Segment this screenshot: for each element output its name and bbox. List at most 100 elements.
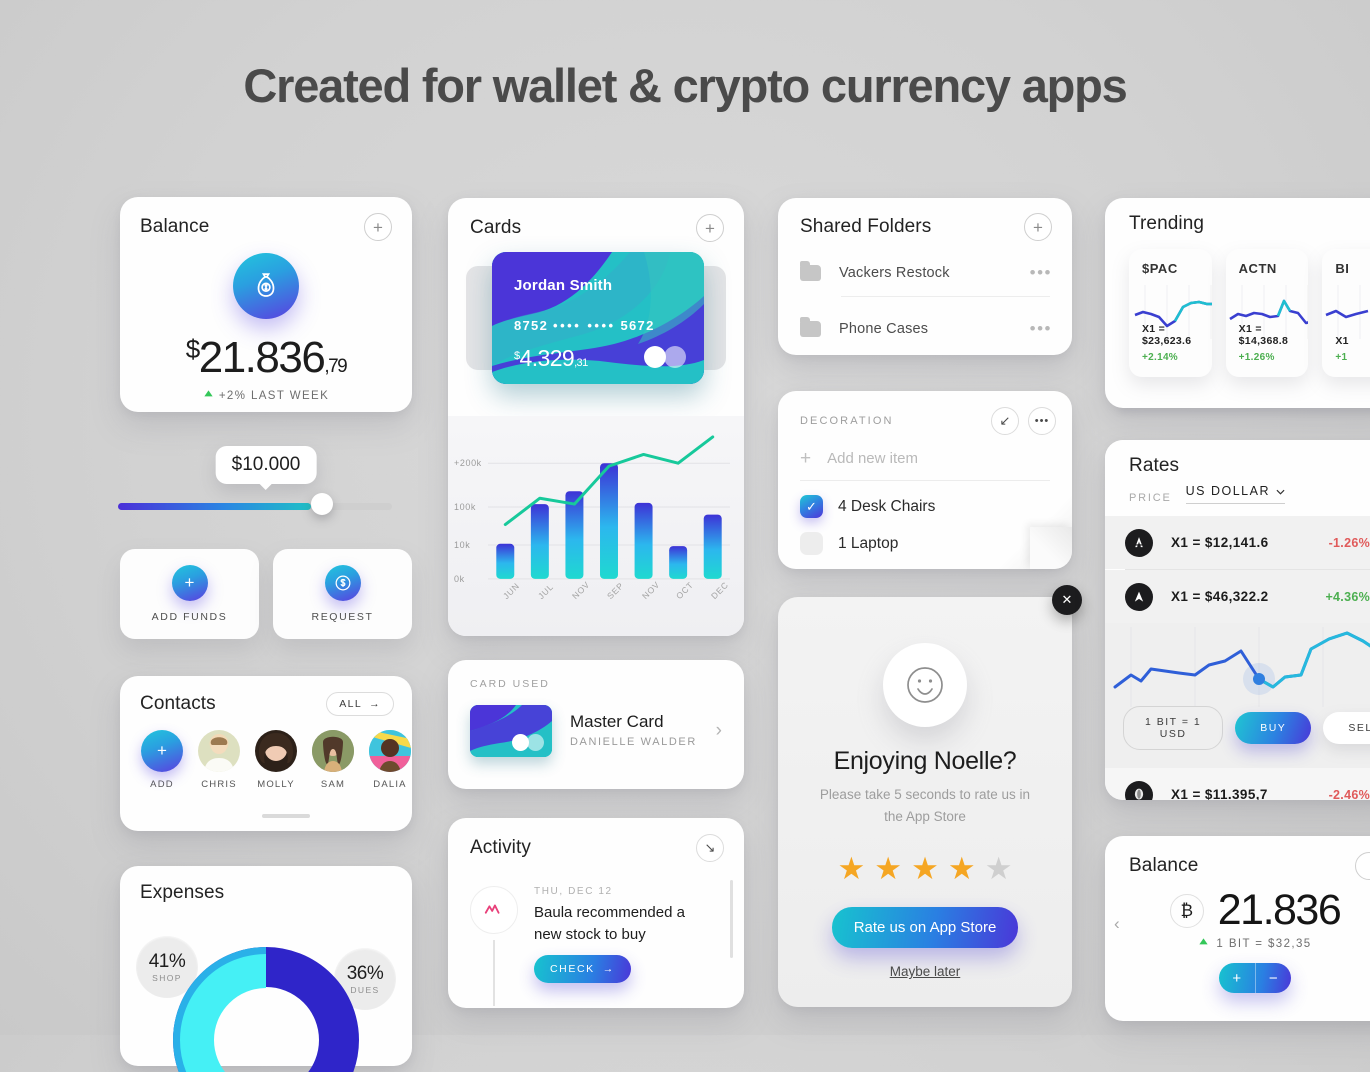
chart-bar — [496, 543, 515, 579]
minus-button[interactable]: − — [1256, 963, 1292, 993]
currency-select[interactable]: US DOLLAR — [1185, 484, 1285, 504]
rate-text: 1 BIT = $32,35 — [1216, 938, 1312, 950]
expenses-donut-chart — [172, 947, 359, 1072]
arrow-right-icon: → — [369, 698, 381, 710]
list-item[interactable]: ✓ 4 Desk Chairs — [778, 481, 1072, 518]
arrow-down-right-icon[interactable]: ↘ — [696, 834, 724, 862]
coin-icon — [1125, 582, 1153, 611]
scrollbar[interactable] — [262, 814, 310, 818]
bit-rate-pill[interactable]: 1 BIT = 1 USD — [1123, 706, 1224, 750]
chart-bar — [600, 463, 618, 579]
more-options-button[interactable]: ••• — [1028, 407, 1056, 435]
chart-bar — [703, 514, 722, 579]
request-label: REQUEST — [311, 611, 374, 623]
chevron-down-icon — [1276, 484, 1285, 498]
checkbox-checked[interactable]: ✓ — [800, 495, 823, 518]
add-balance-button[interactable]: + — [364, 213, 392, 241]
folder-menu-button[interactable]: ••• — [1030, 264, 1052, 280]
view-all-contacts-button[interactable]: ALL → — [326, 692, 394, 716]
plus-icon: + — [141, 730, 183, 772]
collapse-icon[interactable]: ↙ — [991, 407, 1019, 435]
table-row[interactable]: X1 = $12,141.6 -1.26% — [1105, 516, 1370, 569]
trending-card: Trending $PAC X1 = $23,623.6 +2.14% ACTN — [1105, 198, 1370, 408]
divider — [841, 296, 1050, 297]
request-button[interactable]: REQUEST — [273, 549, 412, 639]
folders-title: Shared Folders — [800, 216, 932, 237]
cards-panel: Cards + Jordan Smith 8752 •••• •••• 5672… — [448, 198, 744, 636]
increment-decrement-control[interactable]: + − — [1219, 963, 1291, 993]
plus-button[interactable]: + — [1219, 963, 1256, 993]
checkbox-unchecked[interactable] — [800, 532, 823, 555]
maybe-later-link[interactable]: Maybe later — [778, 964, 1072, 979]
table-row[interactable]: X1 = $46,322.2 +4.36% — [1105, 570, 1370, 623]
add-card-button[interactable]: + — [696, 214, 724, 242]
add-funds-button[interactable]: + ADD FUNDS — [120, 549, 259, 639]
rate-value: X1 = $46,322.2 — [1171, 589, 1269, 604]
chevron-left-icon[interactable]: ‹ — [1114, 914, 1120, 934]
mini-credit-card — [470, 705, 552, 757]
selected-currency: US DOLLAR — [1185, 484, 1270, 498]
credit-card[interactable]: Jordan Smith 8752 •••• •••• 5672 $4.329,… — [492, 252, 704, 384]
pulse-icon — [470, 886, 518, 934]
star-1[interactable]: ★ — [838, 851, 866, 887]
card-used-card[interactable]: CARD USED Master Card DANIELLE WALDER › — [448, 660, 744, 789]
chevron-right-icon[interactable]: › — [716, 720, 722, 742]
close-icon[interactable]: ✕ — [1052, 585, 1082, 615]
list-item[interactable]: DALIA — [369, 730, 411, 790]
ticker-symbol: ACTN — [1238, 261, 1277, 276]
contacts-card: Contacts ALL → + ADD CHRIS MOLLY SAM DAL… — [120, 676, 412, 831]
star-2[interactable]: ★ — [874, 851, 902, 887]
list-item[interactable]: MOLLY — [255, 730, 297, 790]
trending-list: $PAC X1 = $23,623.6 +2.14% ACTN X1 = $14… — [1105, 235, 1370, 377]
revenue-bar-chart: +200k 100k 10k 0k JUN JUL NOV SEP NOV OCT DEC — [448, 416, 744, 636]
rate-change: -2.46% — [1328, 787, 1370, 801]
rating-title: Enjoying Noelle? — [833, 747, 1017, 775]
buy-button[interactable]: BUY — [1235, 712, 1312, 744]
list-item[interactable]: SAM — [312, 730, 354, 790]
star-5[interactable]: ★ — [985, 851, 1013, 887]
rate-value: X1 = $11.395,7 — [1171, 787, 1268, 800]
rate-value: X1 = $12,141.6 — [1171, 535, 1269, 550]
slider-track[interactable] — [118, 503, 392, 510]
activity-text: Baula recommended a new stock to buy — [534, 904, 685, 943]
rate-change: +4.36% — [1325, 589, 1370, 604]
trending-item[interactable]: ACTN X1 = $14,368.8 +1.26% — [1225, 249, 1309, 377]
plus-icon: + — [171, 565, 208, 601]
trending-item[interactable]: BI X1 +1 — [1322, 249, 1370, 377]
all-label: ALL — [339, 698, 363, 710]
list-item[interactable]: 1 Laptop — [778, 518, 1072, 555]
ticker-change: +1 — [1335, 352, 1348, 363]
rating-subtitle: Please take 5 seconds to rate us in the … — [819, 787, 1031, 824]
ticker-price: X1 = $14,368.8 — [1238, 323, 1289, 347]
scrollbar[interactable] — [730, 880, 733, 958]
star-rating[interactable]: ★ ★ ★ ★ ★ — [778, 851, 1072, 887]
card-amount: $4.329,31 — [514, 345, 588, 371]
list-item[interactable]: Phone Cases ••• — [778, 306, 1072, 352]
chart-bar — [669, 546, 688, 579]
ticker-symbol: $PAC — [1142, 261, 1178, 276]
slider-fill — [118, 503, 311, 510]
arrow-right-icon: → — [602, 963, 615, 975]
list-item[interactable]: CHRIS — [198, 730, 240, 790]
rating-modal: ✕ Enjoying Noelle? Please take 5 seconds… — [778, 585, 1082, 1007]
rate-on-app-store-button[interactable]: Rate us on App Store — [832, 907, 1018, 949]
star-4[interactable]: ★ — [948, 851, 976, 887]
check-button[interactable]: CHECK → — [534, 955, 631, 983]
balance-trend: +2% LAST WEEK — [120, 389, 412, 403]
folder-menu-button[interactable]: ••• — [1030, 320, 1052, 336]
table-row[interactable]: X1 = $11.395,7 -2.46% — [1105, 768, 1370, 800]
trending-item[interactable]: $PAC X1 = $23,623.6 +2.14% — [1129, 249, 1212, 377]
star-3[interactable]: ★ — [911, 851, 939, 887]
list-item[interactable]: Vackers Restock ••• — [778, 250, 1072, 296]
slider-knob[interactable] — [311, 493, 333, 515]
trending-title: Trending — [1129, 213, 1205, 234]
amount-slider[interactable]: $10.000 — [118, 446, 414, 526]
sell-button[interactable]: SELL — [1323, 712, 1370, 744]
chart-bar — [530, 504, 549, 579]
add-new-item-row[interactable]: + Add new item — [778, 435, 1072, 468]
timeline-connector — [493, 940, 495, 1006]
balance-title: Balance — [1129, 855, 1199, 876]
add-folder-button[interactable]: + — [1024, 213, 1052, 241]
add-button[interactable] — [1355, 852, 1370, 880]
contact-add[interactable]: + ADD — [141, 730, 183, 790]
